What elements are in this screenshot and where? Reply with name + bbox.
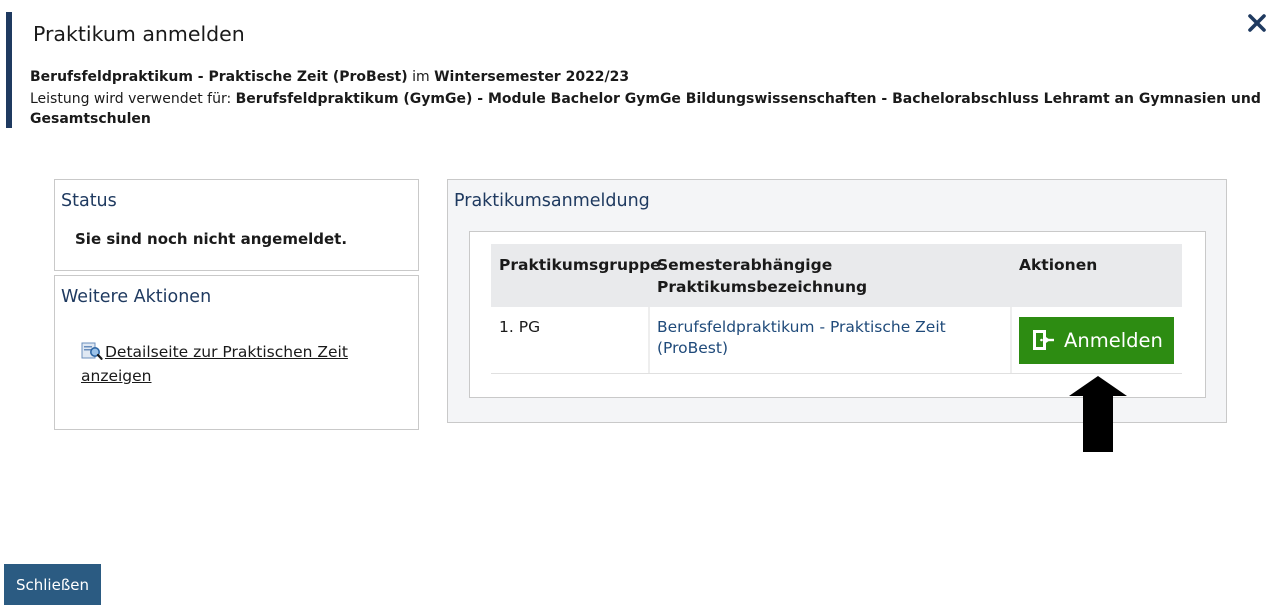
status-text: Sie sind noch nicht angemeldet. xyxy=(75,230,348,248)
further-actions-panel: Weitere Aktionen Detailseite zur Praktis… xyxy=(54,275,419,430)
detail-page-link[interactable]: Detailseite zur Praktischen Zeit anzeige… xyxy=(81,340,381,388)
table-header: Praktikumsgruppe Semesterabhängige Prakt… xyxy=(491,244,1182,307)
column-divider xyxy=(1010,307,1012,373)
column-header-actions: Aktionen xyxy=(1019,256,1098,274)
status-heading: Status xyxy=(61,191,117,211)
practicum-name: Berufsfeldpraktikum - Praktische Zeit (P… xyxy=(30,69,408,85)
registration-table-frame: Praktikumsgruppe Semesterabhängige Prakt… xyxy=(469,231,1206,398)
header-accent-bar xyxy=(6,12,12,128)
cell-practicum-name-link[interactable]: Berufsfeldpraktikum - Praktische Zeit (P… xyxy=(657,317,977,359)
close-icon[interactable] xyxy=(1244,10,1270,36)
further-actions-heading: Weitere Aktionen xyxy=(61,287,212,307)
cell-group: 1. PG xyxy=(499,318,541,336)
register-button-label: Anmelden xyxy=(1064,329,1163,352)
registration-heading: Praktikumsanmeldung xyxy=(454,191,650,211)
column-divider xyxy=(648,307,650,373)
register-button[interactable]: Anmelden xyxy=(1019,317,1174,364)
table-row: 1. PG Berufsfeldpraktikum - Praktische Z… xyxy=(491,307,1182,374)
door-enter-icon xyxy=(1033,330,1054,350)
document-search-icon xyxy=(81,342,103,360)
dialog-title: Praktikum anmelden xyxy=(33,22,245,46)
annotation-arrow-up-icon xyxy=(1069,376,1127,452)
semester-name: Wintersemester 2022/23 xyxy=(434,69,630,85)
column-header-group: Praktikumsgruppe xyxy=(499,256,661,274)
usage-description: Leistung wird verwendet für: Berufsfeldp… xyxy=(30,89,1261,109)
detail-page-link-label: Detailseite zur Praktischen Zeit anzeige… xyxy=(81,343,348,385)
column-header-name: Semesterabhängige Praktikumsbezeichnung xyxy=(657,256,868,296)
usage-value-line1: Berufsfeldpraktikum (GymGe) - Module Bac… xyxy=(235,91,1261,107)
practicum-description: Berufsfeldpraktikum - Praktische Zeit (P… xyxy=(30,67,629,87)
status-panel: Status Sie sind noch nicht angemeldet. xyxy=(54,179,419,271)
close-dialog-button[interactable]: Schließen xyxy=(4,564,101,605)
usage-description-continued: Gesamtschulen xyxy=(30,109,151,129)
usage-value-line2: Gesamtschulen xyxy=(30,111,151,127)
practicum-connector: im xyxy=(407,69,435,85)
usage-label: Leistung wird verwendet für: xyxy=(30,91,236,107)
